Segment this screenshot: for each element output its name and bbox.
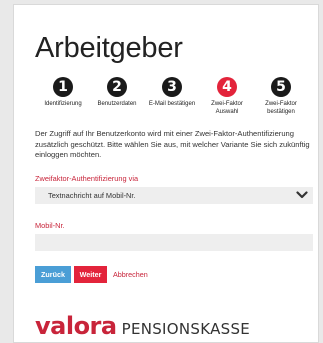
method-select-value: Textnachricht auf Mobil-Nr. <box>48 191 136 200</box>
step-5: 5 Zwei-Faktor bestätigen <box>244 77 318 116</box>
valora-wordmark: valora <box>35 312 117 340</box>
brand-logo: valora PENSIONSKASSE <box>35 312 250 342</box>
step-4-label: Zwei-Faktor Auswahl <box>211 101 243 115</box>
step-progress: 1 Identifizierung 2 Benutzerdaten 3 E-Ma… <box>26 77 316 123</box>
page-title: Arbeitgeber <box>35 32 183 64</box>
step-5-label: Zwei-Faktor bestätigen <box>265 101 297 115</box>
step-3-number: 3 <box>162 77 182 97</box>
description-text: Der Zugriff auf Ihr Benutzerkonto wird m… <box>35 129 310 159</box>
method-label: Zweifaktor-Authentifizierung via <box>35 174 139 183</box>
phone-label: Mobil-Nr. <box>35 221 65 230</box>
next-button[interactable]: Weiter <box>74 266 107 283</box>
method-select[interactable]: Textnachricht auf Mobil-Nr. <box>35 187 313 204</box>
registration-card: Arbeitgeber 1 Identifizierung 2 Benutzer… <box>13 4 319 343</box>
step-4-number: 4 <box>217 77 237 97</box>
cancel-link[interactable]: Abbrechen <box>113 266 157 283</box>
step-5-number: 5 <box>271 77 291 97</box>
step-1-number: 1 <box>53 77 73 97</box>
back-button[interactable]: Zurück <box>35 266 71 283</box>
step-2-number: 2 <box>107 77 127 97</box>
phone-input[interactable] <box>35 234 313 251</box>
chevron-down-icon <box>296 191 308 199</box>
brand-subtitle: PENSIONSKASSE <box>121 320 251 338</box>
